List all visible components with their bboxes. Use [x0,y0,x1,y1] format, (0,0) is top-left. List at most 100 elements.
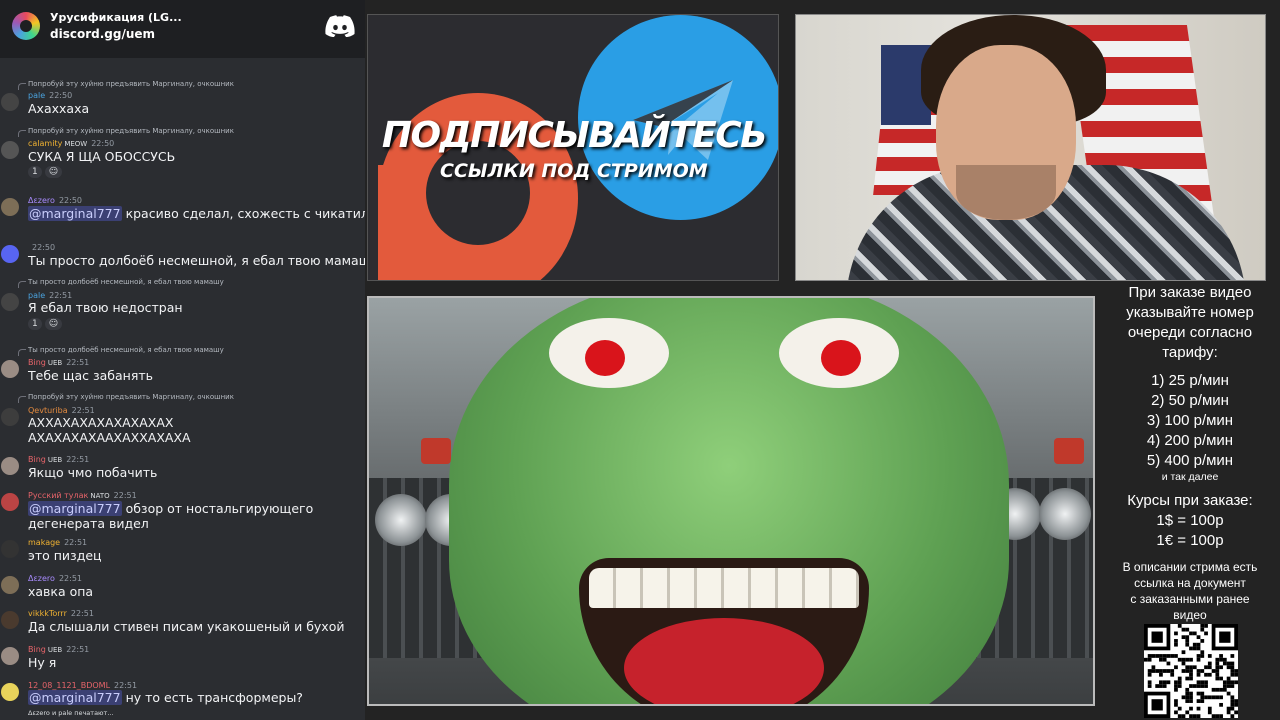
reply-preview[interactable]: Попробуй эту хуйню предъявить Маргиналу,… [18,127,234,137]
qr-code-icon[interactable] [1144,624,1238,718]
rates-title: Курсы при заказе: [1127,492,1253,509]
reactions: 1 ☺ [28,318,65,330]
message-time: 22:51 [71,406,95,415]
username[interactable]: Bing [28,455,46,464]
message-text: Да слышали стивен писам укакошеный и бух… [28,619,344,634]
message-header: Bing UEB 22:51 [28,455,89,464]
message-time: 22:50 [32,243,56,252]
user-badge: UEB [47,646,63,654]
patreon-logo-bar [378,165,422,280]
username[interactable]: pale [28,91,45,100]
username[interactable]: Δεzero [28,574,55,583]
streamer-webcam [795,14,1266,281]
reply-preview[interactable]: Попробуй эту хуйню предъявить Маргиналу,… [18,393,234,403]
user-avatar[interactable] [1,293,19,311]
message-text: Я ебал твою недостран [28,300,183,315]
desc-line-3: с заказанными ранее [1130,592,1250,606]
message-time: 22:51 [66,358,90,367]
user-mention[interactable]: @marginal777 [28,206,122,221]
goblin-eye-right [779,318,899,388]
user-avatar[interactable] [1,360,19,378]
server-name: Урусификация (LG... [50,11,182,24]
username[interactable]: Δεzero [28,196,55,205]
add-reaction-icon[interactable]: ☺ [44,318,63,330]
reaction-count[interactable]: 1 [28,166,42,178]
server-avatar [12,12,40,40]
message-text-line: хавка опа [28,584,94,599]
message-time: 22:51 [49,291,73,300]
message-text: @marginal777 обзор от ностальгирующего де… [28,501,313,531]
promo-title: ПОДПИСЫВАЙТЕСЬ [381,115,768,156]
message-time: 22:51 [66,455,90,464]
message-header: Qevturiba 22:51 [28,406,95,415]
username[interactable]: makage [28,538,60,547]
goblin-pupil-right [821,340,861,376]
message-header: Bing UEB 22:51 [28,645,89,654]
message-text: хавка опа [28,584,93,599]
username[interactable]: Bing [28,358,46,367]
username[interactable]: 12_08_1121_BDOML [28,681,110,690]
info-line-2: указывайте номер [1126,304,1254,321]
message-text: Якщо чмо побачить [28,465,157,480]
message-time: 22:50 [91,139,115,148]
username[interactable]: Русский тулак [28,491,88,500]
user-avatar[interactable] [1,93,19,111]
goblin-eye-left [549,318,669,388]
user-avatar[interactable] [1,198,19,216]
message-text: это пиздец [28,548,102,563]
patreon-logo-hole [426,141,530,245]
user-avatar[interactable] [1,493,19,511]
user-mention[interactable]: @marginal777 [28,690,122,705]
add-reaction-icon[interactable]: ☺ [44,166,63,178]
user-mention[interactable]: @marginal777 [28,501,122,516]
message-header: Δεzero 22:51 [28,574,82,583]
message-text-line: Я ебал твою недостран [28,300,183,315]
tariff-2: 2) 50 р/мин [1151,392,1229,409]
truck-headlight-left [375,494,427,546]
message-header: vikkkTorrr 22:51 [28,609,94,618]
user-avatar[interactable] [1,408,19,426]
user-avatar[interactable] [1,540,19,558]
message-text-line-2: дегенерата видел [28,516,149,531]
username[interactable]: pale [28,291,45,300]
user-avatar[interactable] [1,611,19,629]
username[interactable]: Qevturiba [28,406,68,415]
username[interactable]: Bing [28,645,46,654]
message-header: 12_08_1121_BDOML 22:51 [28,681,137,690]
message-time: 22:51 [114,681,138,690]
subscribe-banner: ПОДПИСЫВАЙТЕСЬ ССЫЛКИ ПОД СТРИМОМ [367,14,779,281]
user-avatar[interactable] [1,141,19,159]
message-text-line: Ну я [28,655,57,670]
message-time: 22:51 [58,574,82,583]
reaction-count[interactable]: 1 [28,318,42,330]
server-invite-link[interactable]: discord.gg/uem [50,27,155,41]
reply-preview[interactable]: Ты просто долбоёб несмешной, я ебал твою… [18,346,224,356]
reply-preview[interactable]: Попробуй эту хуйню предъявить Маргиналу,… [18,80,234,90]
tariff-1: 1) 25 р/мин [1151,372,1229,389]
rate-eur: 1€ = 100р [1156,532,1224,549]
username[interactable]: vikkkTorrr [28,609,67,618]
rate-usd: 1$ = 100р [1156,512,1224,529]
message-header: pale 22:50 [28,91,72,100]
message-text-line: СУКА Я ЩА ОБОССУСЬ [28,149,176,164]
message-text-line: Ахаххаха [28,101,90,116]
user-avatar[interactable] [1,576,19,594]
reply-preview[interactable]: Ты просто долбоёб несмешной, я ебал твою… [18,278,224,288]
order-info-panel: При заказе видео указывайте номер очеред… [1100,284,1280,720]
discord-icon [325,15,355,37]
user-avatar[interactable] [1,647,19,665]
user-avatar[interactable] [1,457,19,475]
user-avatar[interactable] [1,683,19,701]
username[interactable]: calamity [28,139,62,148]
message-text-line: это пиздец [28,548,102,563]
message-text: Ты просто долбоёб несмешной, я ебал твою… [28,253,365,268]
message-header: Δεzero 22:50 [28,196,82,205]
message-time: 22:50 [49,91,73,100]
message-header: makage 22:51 [28,538,87,547]
message-text-line: красиво сделал, схожесть с чикатило +99 [125,206,365,221]
info-line-4: тарифу: [1162,344,1218,361]
user-avatar[interactable] [1,245,19,263]
message-header: pale 22:51 [28,291,72,300]
message-text-line: ну то есть трансформеры? [125,690,303,705]
user-badge: UEB [47,359,63,367]
